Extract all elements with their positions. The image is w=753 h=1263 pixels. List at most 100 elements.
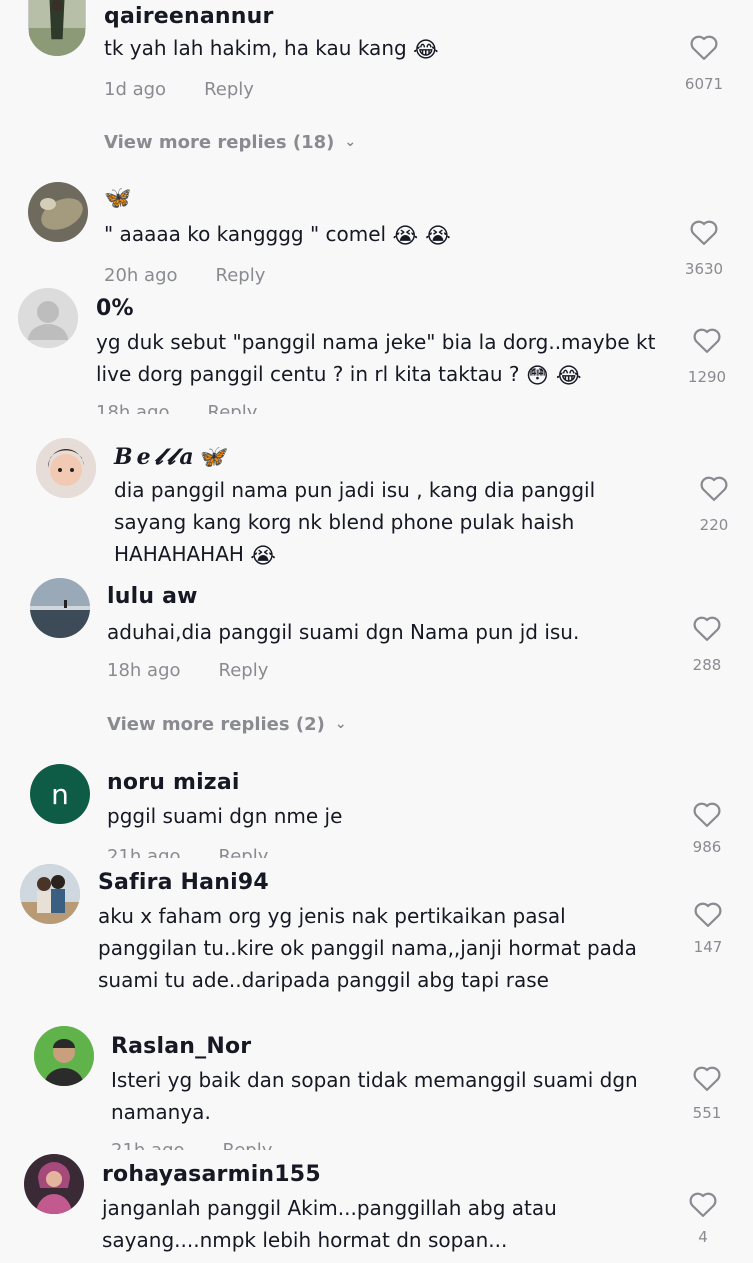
avatar[interactable] <box>30 578 90 638</box>
comment-username[interactable]: rohayasarmin155 <box>102 1162 321 1187</box>
comment-username[interactable]: 𝑩𝒆𝓵𝓵𝒂🦋 <box>114 444 229 470</box>
comment-time: 18h ago <box>107 660 181 681</box>
comment-item: Raslan_Nor Isteri yg baik dan sopan tida… <box>0 1024 753 1150</box>
comment-body: pggil suami dgn nme je <box>107 804 343 828</box>
like-button[interactable]: 986 <box>677 800 737 856</box>
comment-item: n noru mizai pggil suami dgn nme je 21h … <box>0 760 753 858</box>
reply-button[interactable]: Reply <box>208 402 258 414</box>
comment-username[interactable]: qaireenannur <box>104 4 274 29</box>
comment-username[interactable]: 0% <box>96 296 134 321</box>
heart-outline-icon <box>693 328 721 353</box>
comment-text: " aaaaa ko kangggg " comel 😭 😭 <box>104 218 664 250</box>
comment-time: 21h ago <box>107 846 181 858</box>
avatar-letter: n <box>51 777 69 811</box>
comment-username[interactable]: 🦋 <box>104 186 132 211</box>
like-button[interactable]: 288 <box>677 614 737 674</box>
view-more-replies[interactable]: View more replies (18) ⌄ <box>104 132 356 153</box>
like-count: 551 <box>692 1104 722 1122</box>
heart-outline-icon <box>693 616 721 641</box>
reply-button[interactable]: Reply <box>223 1140 273 1150</box>
comment-text: Isteri yg baik dan sopan tidak memanggil… <box>111 1064 651 1128</box>
like-count: 3630 <box>684 260 724 278</box>
like-count: 288 <box>692 656 722 674</box>
comment-text: yg duk sebut "panggil nama jeke" bia la … <box>96 326 676 390</box>
avatar[interactable] <box>18 288 78 348</box>
comment-item: qaireenannur tk yah lah hakim, ha kau ka… <box>0 0 753 180</box>
emoji: 😳 😂 <box>525 364 582 389</box>
reply-button[interactable]: Reply <box>216 265 266 286</box>
reply-button[interactable]: Reply <box>204 79 254 100</box>
avatar[interactable] <box>24 1154 84 1214</box>
like-button[interactable]: 551 <box>677 1064 737 1122</box>
heart-outline-icon <box>700 476 728 501</box>
comment-text: aku x faham org yg jenis nak pertikaikan… <box>98 900 658 996</box>
heart-outline-icon <box>694 902 722 927</box>
view-more-label: View more replies (2) <box>107 714 325 735</box>
heart-outline-icon <box>693 802 721 827</box>
comment-meta: 1d ago Reply <box>104 79 254 100</box>
like-button[interactable]: 3630 <box>674 218 734 278</box>
comment-item: 0% yg duk sebut "panggil nama jeke" bia … <box>0 288 753 414</box>
avatar[interactable]: n <box>30 764 90 824</box>
comment-text: pggil suami dgn nme je <box>107 800 667 832</box>
avatar[interactable] <box>28 0 86 56</box>
like-count: 1290 <box>687 368 727 386</box>
chevron-down-icon: ⌄ <box>344 134 357 150</box>
like-button[interactable]: 6071 <box>674 33 734 93</box>
comment-username[interactable]: noru mizai <box>107 770 240 795</box>
reply-button[interactable]: Reply <box>219 660 269 681</box>
comment-item: rohayasarmin155 janganlah panggil Akim..… <box>0 1152 753 1263</box>
avatar[interactable] <box>34 1026 94 1086</box>
comment-username[interactable]: lulu aw <box>107 584 198 609</box>
comment-body: aduhai,dia panggil suami dgn Nama pun jd… <box>107 620 580 644</box>
comment-time: 20h ago <box>104 265 178 286</box>
comment-username[interactable]: Raslan_Nor <box>111 1034 251 1059</box>
comment-time: 21h ago <box>111 1140 185 1150</box>
comment-body: tk yah lah hakim, ha kau kang <box>104 36 407 60</box>
comment-body: dia panggil nama pun jadi isu , kang dia… <box>114 478 602 566</box>
heart-outline-icon <box>693 1066 721 1091</box>
comment-meta: 18h ago Reply <box>107 660 268 681</box>
reply-button[interactable]: Reply <box>219 846 269 858</box>
heart-outline-icon <box>689 1192 717 1217</box>
like-button[interactable]: 147 <box>678 900 738 956</box>
avatar[interactable] <box>36 438 96 498</box>
comment-meta: 20h ago Reply <box>104 265 265 286</box>
emoji: 😂 <box>413 38 439 63</box>
view-more-label: View more replies (18) <box>104 132 335 153</box>
emoji: 😭 😭 <box>392 224 451 249</box>
like-count: 147 <box>693 938 723 956</box>
heart-outline-icon <box>690 35 718 60</box>
comment-item: 🦋 " aaaaa ko kangggg " comel 😭 😭 20h ago… <box>0 180 753 288</box>
like-button[interactable]: 220 <box>684 474 744 534</box>
like-count: 220 <box>699 516 729 534</box>
comment-time: 18h ago <box>96 402 170 414</box>
comment-text: janganlah panggil Akim...panggillah abg … <box>102 1192 662 1256</box>
chevron-down-icon: ⌄ <box>334 716 347 732</box>
like-count: 6071 <box>684 75 724 93</box>
comment-item: 𝑩𝒆𝓵𝓵𝒂🦋 dia panggil nama pun jadi isu , k… <box>0 434 753 574</box>
comment-item: lulu aw aduhai,dia panggil suami dgn Nam… <box>0 574 753 760</box>
like-count: 986 <box>692 838 722 856</box>
avatar[interactable] <box>28 182 88 242</box>
comment-text: aduhai,dia panggil suami dgn Nama pun jd… <box>107 616 667 648</box>
comment-meta: 18h ago Reply <box>96 402 257 414</box>
like-button[interactable]: 1290 <box>677 326 737 386</box>
comment-meta: 21h ago Reply <box>107 846 268 858</box>
heart-outline-icon <box>690 220 718 245</box>
comment-time: 1d ago <box>104 79 167 100</box>
comment-body: janganlah panggil Akim...panggillah abg … <box>102 1196 564 1252</box>
emoji: 😭 <box>250 544 276 569</box>
like-count: 4 <box>698 1228 708 1246</box>
comment-username[interactable]: Safira Hani94 <box>98 870 269 895</box>
comment-item: Safira Hani94 aku x faham org yg jenis n… <box>0 862 753 1022</box>
view-more-replies[interactable]: View more replies (2) ⌄ <box>107 714 347 735</box>
comment-text: dia panggil nama pun jadi isu , kang dia… <box>114 474 634 570</box>
comment-body: aku x faham org yg jenis nak pertikaikan… <box>98 904 644 992</box>
comment-body: " aaaaa ko kangggg " comel <box>104 222 387 246</box>
comment-text: tk yah lah hakim, ha kau kang 😂 <box>104 32 664 64</box>
comment-body: Isteri yg baik dan sopan tidak memanggil… <box>111 1068 645 1124</box>
like-button[interactable]: 4 <box>673 1190 733 1246</box>
avatar[interactable] <box>20 864 80 924</box>
comment-meta: 21h ago Reply <box>111 1140 272 1150</box>
